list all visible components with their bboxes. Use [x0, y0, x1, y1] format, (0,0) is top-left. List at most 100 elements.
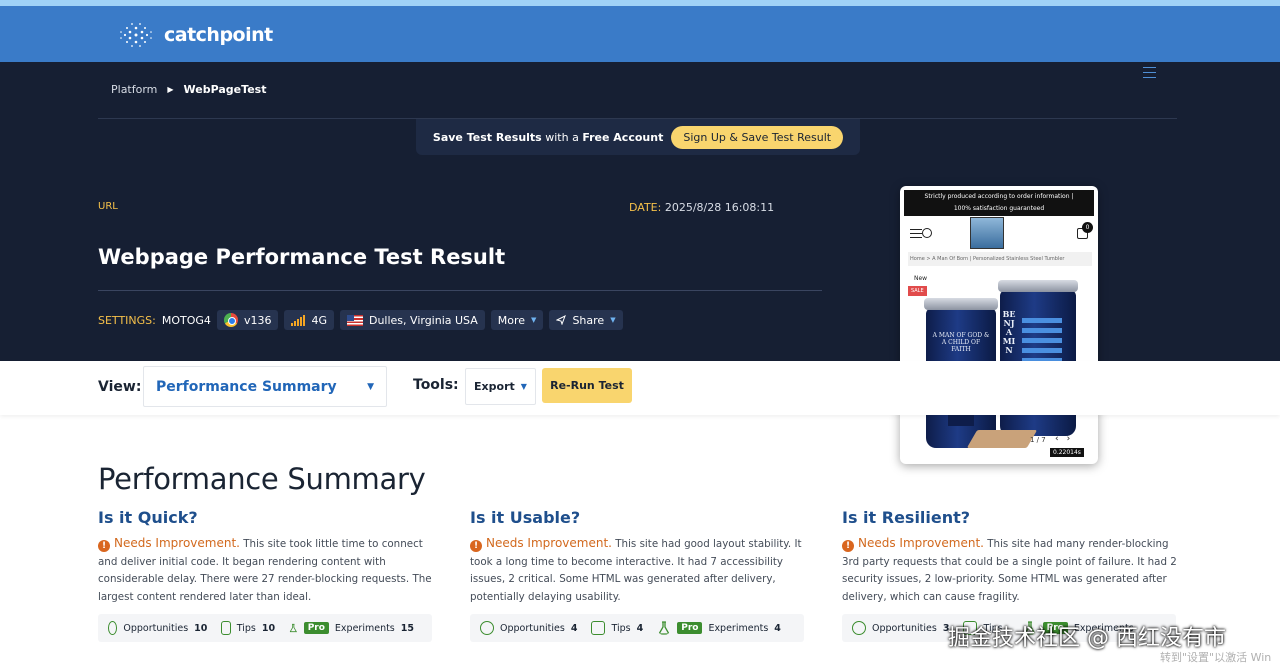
brand-logo[interactable]: catchpoint — [118, 22, 273, 48]
column-description: ! Needs Improvement. This site took littl… — [98, 535, 434, 606]
experiments-label[interactable]: Experiments — [335, 623, 395, 634]
divider — [98, 290, 822, 291]
brand-name: catchpoint — [164, 24, 273, 46]
tips-icon — [591, 621, 606, 635]
stats-bar-usable: Opportunities 4 Tips 4 Pro Experiments 4 — [470, 614, 804, 642]
breadcrumb: Platform ▶ WebPageTest — [111, 83, 266, 96]
chevron-down-icon: ▼ — [367, 381, 374, 392]
opportunities-icon — [480, 621, 494, 635]
popup-breadcrumb: Home > A Man Of Born | Personalized Stai… — [908, 252, 1092, 266]
browser-chip: v136 — [216, 310, 279, 330]
experiments-label[interactable]: Experiments — [708, 623, 768, 634]
column-heading[interactable]: Is it Usable? — [470, 508, 806, 527]
chevron-down-icon: ▼ — [520, 382, 527, 391]
popup-announcement-line2: 100% satisfaction guaranteed — [953, 205, 1045, 212]
opportunities-icon — [852, 621, 866, 635]
new-label: New — [914, 275, 928, 282]
opportunities-label[interactable]: Opportunities — [123, 623, 188, 634]
column-description: ! Needs Improvement. This site had good l… — [470, 535, 806, 606]
tips-label[interactable]: Tips — [611, 623, 630, 634]
popup-navbar: 0 — [904, 217, 1094, 249]
view-select[interactable]: Performance Summary ▼ — [143, 366, 387, 407]
banner-mid: with a — [545, 130, 579, 144]
popup-announcement-line1: Strictly produced according to order inf… — [924, 193, 1074, 200]
tips-icon — [221, 621, 231, 635]
stats-bar-quick: Opportunities 10 Tips 10 Pro Experiments… — [98, 614, 432, 642]
share-icon — [556, 315, 567, 325]
banner-bold-1: Save Test Results — [432, 130, 542, 144]
experiments-icon — [658, 621, 671, 635]
date-label: DATE: — [629, 201, 662, 214]
device-value: MOTOG4 — [161, 313, 211, 327]
warning-icon: ! — [842, 540, 854, 552]
timing-label: 0.22014s — [1050, 448, 1084, 457]
tips-label[interactable]: Tips — [237, 623, 256, 634]
experiments-count: 15 — [400, 622, 414, 634]
opportunities-icon — [108, 621, 118, 635]
warning-icon: ! — [98, 540, 110, 552]
banner-text: Save Test Results with a Free Account — [433, 131, 663, 144]
location-chip: Dulles, Virginia USA — [339, 310, 485, 330]
summary-column-quick: Is it Quick? ! Needs Improvement. This si… — [98, 508, 434, 606]
pager-arrows[interactable]: ‹› — [1055, 434, 1078, 444]
image-pager: 1 / 7 — [1030, 436, 1046, 444]
site-header: catchpoint — [0, 6, 1280, 62]
menu-icon[interactable] — [1143, 67, 1156, 78]
breadcrumb-platform[interactable]: Platform — [111, 83, 157, 96]
chevron-down-icon: ▼ — [610, 316, 616, 324]
column-description: ! Needs Improvement. This site had many r… — [842, 535, 1178, 606]
sale-badge: SALE — [908, 286, 927, 296]
location-value: Dulles, Virginia USA — [368, 313, 478, 327]
windows-activation-text: 转到"设置"以激活 Win — [1160, 651, 1272, 664]
opportunities-count: 4 — [570, 622, 578, 634]
date-value: 2025/8/28 16:08:11 — [664, 201, 775, 214]
view-toolbar: View: Performance Summary ▼ Tools: Expor… — [0, 361, 1280, 415]
filmstrip-screenshot-popup[interactable]: Strictly produced according to order inf… — [900, 186, 1098, 464]
catchpoint-logo-icon — [120, 23, 152, 47]
tumbler-left-text: A MAN OF GOD & A CHILD OF FAITH — [932, 332, 990, 353]
chevron-left-icon[interactable]: ‹ — [1055, 434, 1067, 444]
connection-chip: 4G — [284, 310, 334, 330]
tools-label: Tools: — [413, 377, 459, 393]
tips-count: 4 — [636, 622, 644, 634]
column-heading[interactable]: Is it Quick? — [98, 508, 434, 527]
pro-badge: Pro — [677, 622, 703, 634]
view-select-value: Performance Summary — [156, 378, 337, 395]
test-date: DATE: 2025/8/28 16:08:11 — [629, 201, 774, 214]
page-title: Webpage Performance Test Result — [98, 245, 506, 269]
test-settings: SETTINGS: MOTOG4 v136 4G Dulles, Virgini… — [98, 310, 623, 330]
menu-icon — [910, 228, 922, 238]
rerun-test-button[interactable]: Re-Run Test — [542, 368, 632, 403]
summary-column-usable: Is it Usable? ! Needs Improvement. This s… — [470, 508, 806, 606]
settings-label: SETTINGS: — [98, 313, 156, 327]
status-text: Needs Improvement. — [114, 536, 240, 550]
share-label: Share — [572, 313, 605, 327]
status-text: Needs Improvement. — [858, 536, 984, 550]
cart-icon: 0 — [1077, 221, 1093, 239]
popup-announcement: Strictly produced according to order inf… — [904, 190, 1094, 216]
experiments-count: 4 — [774, 622, 781, 634]
watermark-text: 掘金技术社区 @ 西红没有市 — [948, 626, 1226, 651]
save-results-banner: Save Test Results with a Free Account Si… — [416, 119, 860, 155]
more-dropdown[interactable]: More ▼ — [490, 310, 544, 330]
experiments-icon — [289, 623, 298, 633]
share-dropdown[interactable]: Share ▼ — [549, 310, 623, 330]
column-heading[interactable]: Is it Resilient? — [842, 508, 1178, 527]
export-dropdown[interactable]: Export ▼ — [465, 368, 536, 405]
breadcrumb-current[interactable]: WebPageTest — [184, 83, 267, 96]
search-icon — [922, 228, 932, 238]
view-label: View: — [98, 379, 142, 395]
warning-icon: ! — [470, 540, 482, 552]
store-logo — [970, 217, 1004, 249]
us-flag-icon — [346, 314, 363, 326]
opportunities-label[interactable]: Opportunities — [500, 623, 565, 634]
more-label: More — [497, 313, 526, 327]
pro-badge: Pro — [303, 622, 329, 634]
export-label: Export — [474, 380, 515, 393]
chevron-right-icon: ▶ — [167, 85, 174, 94]
product-coaster — [966, 430, 1038, 448]
section-title: Performance Summary — [98, 462, 426, 496]
chevron-right-icon[interactable]: › — [1067, 434, 1079, 444]
opportunities-label[interactable]: Opportunities — [872, 623, 937, 634]
signup-save-button[interactable]: Sign Up & Save Test Result — [671, 125, 844, 149]
